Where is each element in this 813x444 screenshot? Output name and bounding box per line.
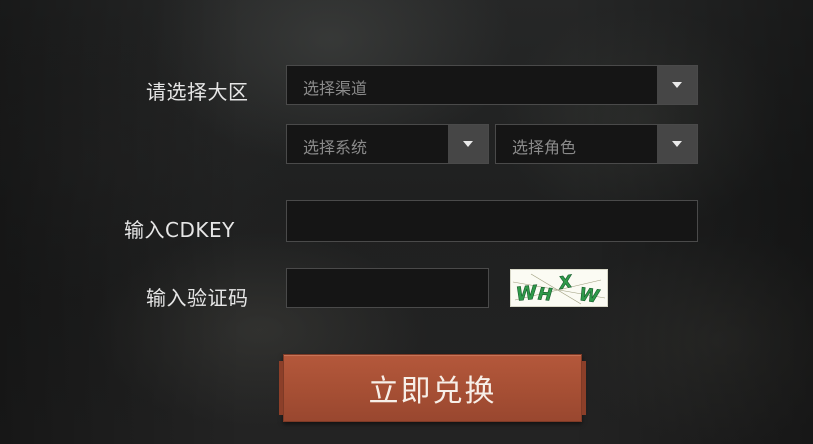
captcha-glyph: W (578, 284, 602, 306)
channel-select-placeholder: 选择渠道 (303, 79, 368, 98)
chevron-down-icon[interactable] (448, 125, 488, 163)
captcha-glyph: W (515, 281, 539, 305)
cdkey-input[interactable] (286, 200, 698, 242)
chevron-down-icon[interactable] (657, 125, 697, 163)
system-select-placeholder: 选择系统 (303, 138, 368, 157)
role-select-placeholder: 选择角色 (512, 138, 577, 157)
channel-select[interactable]: 选择渠道 (286, 65, 698, 105)
redeem-button[interactable]: 立即兑换 (279, 354, 586, 422)
chevron-down-icon[interactable] (657, 66, 697, 104)
system-select[interactable]: 选择系统 (286, 124, 489, 164)
captcha-label: 输入验证码 (146, 286, 249, 310)
region-label: 请选择大区 (146, 80, 249, 104)
captcha-glyph: H (537, 284, 553, 305)
role-select[interactable]: 选择角色 (495, 124, 698, 164)
captcha-image[interactable]: W H X W (510, 269, 608, 307)
captcha-input[interactable] (286, 268, 489, 308)
cdkey-label: 输入CDKEY (124, 218, 235, 242)
